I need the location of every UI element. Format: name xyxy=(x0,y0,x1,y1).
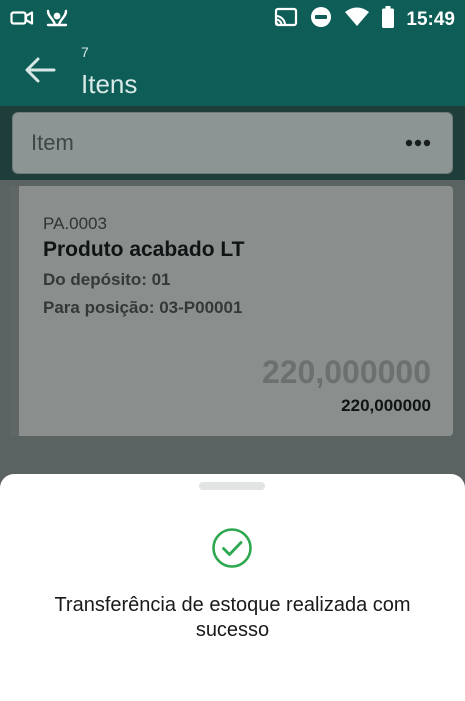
mute-vibrate-icon xyxy=(44,7,70,34)
check-circle-icon xyxy=(211,527,253,569)
item-quantity-main: 220,000000 xyxy=(261,354,431,390)
item-accent-bar xyxy=(10,186,19,436)
status-left xyxy=(10,7,70,34)
more-horizontal-icon xyxy=(405,134,431,152)
list-item[interactable]: PA.0003 Produto acabado LT Do depósito: … xyxy=(10,186,453,436)
item-code: PA.0003 xyxy=(43,214,107,233)
do-not-disturb-icon xyxy=(310,6,332,33)
status-right: 15:49 xyxy=(274,6,455,33)
wifi-icon xyxy=(344,7,370,32)
item-search-input[interactable] xyxy=(31,113,391,173)
cast-icon xyxy=(274,7,298,32)
status-time: 15:49 xyxy=(406,8,455,30)
item-quantity-secondary: 220,000000 xyxy=(341,396,431,415)
app-bar: 7 Itens xyxy=(0,36,465,106)
item-count: 7 xyxy=(81,44,89,60)
item-from-warehouse: Do depósito: 01 xyxy=(43,270,171,289)
status-bar: 15:49 xyxy=(0,0,465,36)
page-title: Itens xyxy=(81,69,138,99)
success-message: Transferência de estoque realizada com s… xyxy=(54,594,411,641)
item-to-position: Para posição: 03-P00001 xyxy=(43,298,243,317)
battery-icon xyxy=(382,6,395,33)
back-button[interactable] xyxy=(20,54,60,90)
item-search-field xyxy=(12,112,453,174)
video-camera-icon xyxy=(10,8,34,33)
item-name: Produto acabado LT xyxy=(43,238,245,261)
arrow-left-icon xyxy=(24,56,56,89)
success-bottom-sheet: Transferência de estoque realizada com s… xyxy=(0,474,465,701)
more-options-button[interactable] xyxy=(402,131,434,155)
sheet-drag-handle[interactable] xyxy=(199,482,265,490)
